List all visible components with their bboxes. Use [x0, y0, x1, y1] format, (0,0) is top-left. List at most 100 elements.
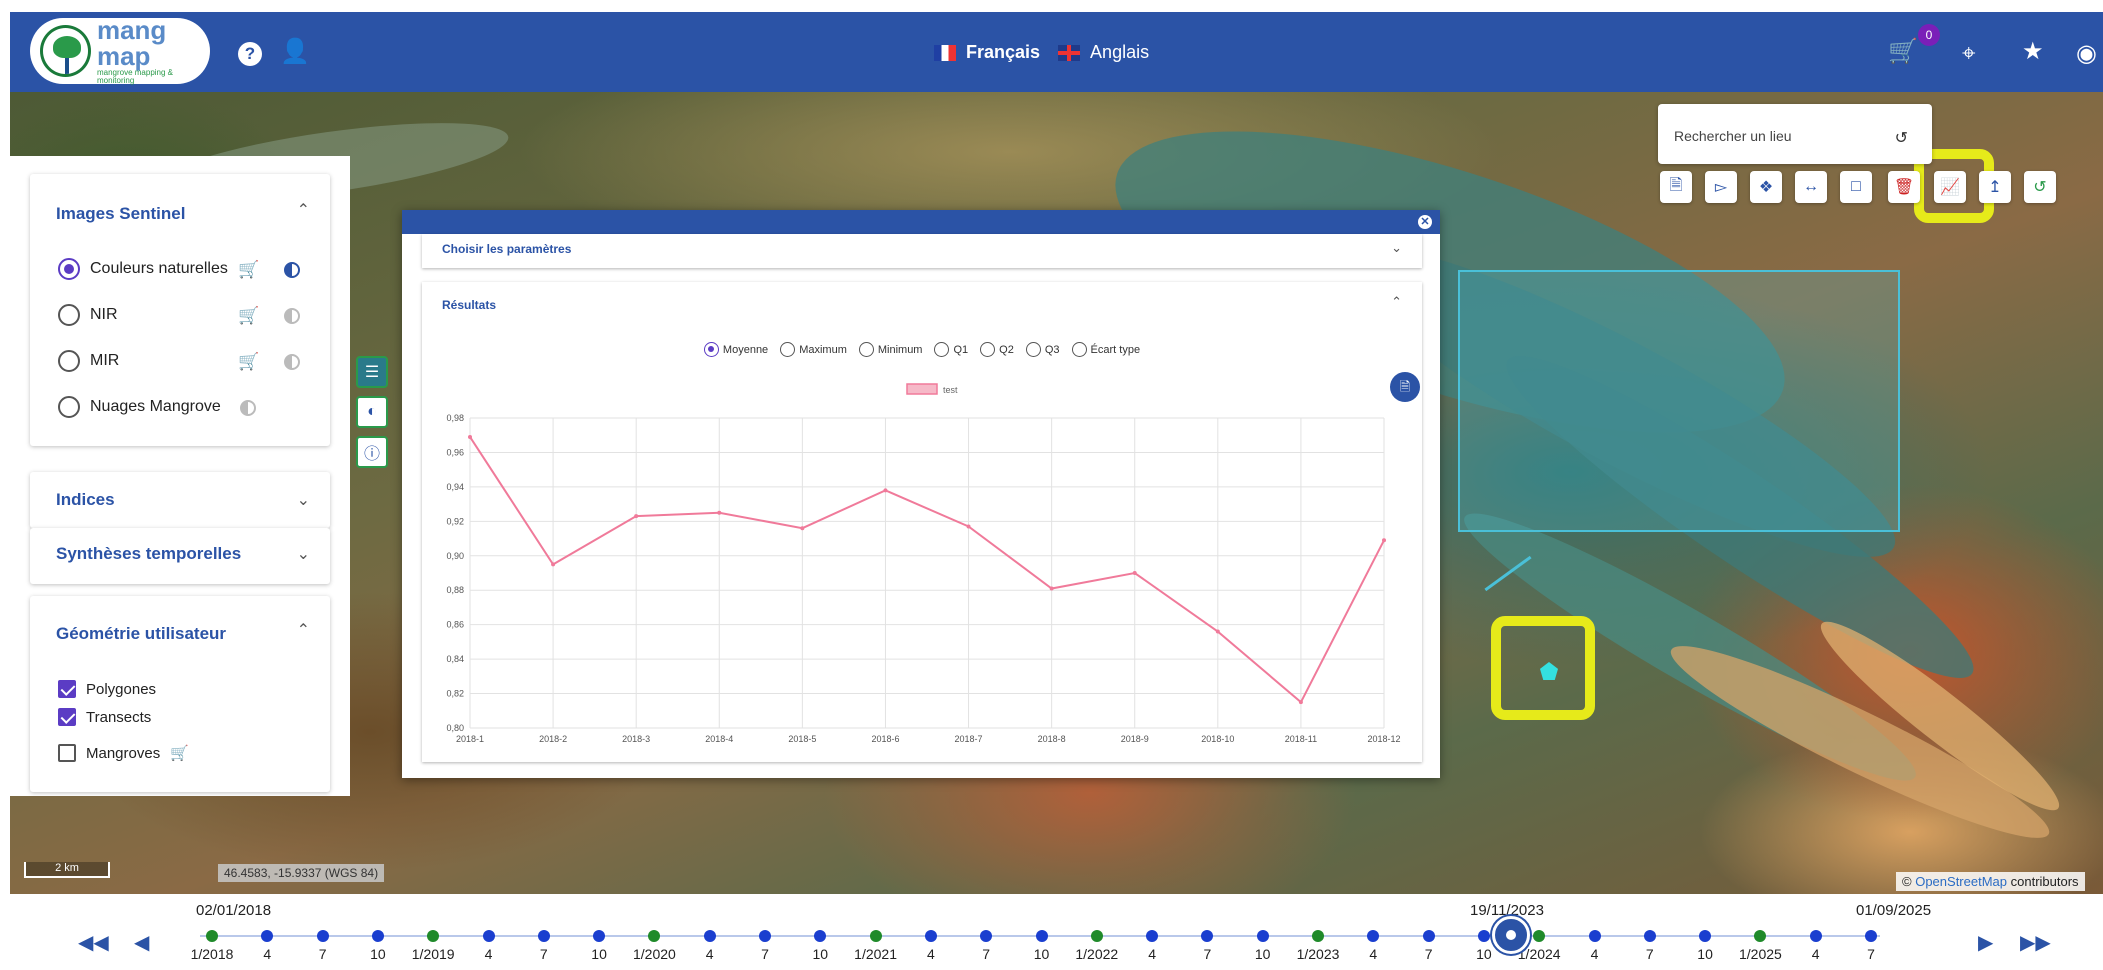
check-transects[interactable]: Transects	[58, 708, 151, 726]
timeline-dot[interactable]	[1422, 930, 1435, 942]
contrast-icon[interactable]	[284, 262, 300, 278]
timeline-dot[interactable]	[1367, 930, 1380, 942]
timeline-dot[interactable]	[316, 930, 329, 942]
user-rectangle-polygon[interactable]	[1458, 270, 1900, 532]
stat-maximum[interactable]: Maximum	[780, 342, 847, 357]
radio-icon[interactable]	[58, 396, 80, 418]
crosshair-icon[interactable]: ⌖	[1962, 42, 1976, 66]
step-back-icon[interactable]: ◀	[134, 930, 149, 955]
timeline-dot[interactable]	[482, 930, 495, 942]
syntheses-title[interactable]: Synthèses temporelles	[56, 544, 241, 564]
timeline-dot[interactable]	[1643, 930, 1656, 942]
timeline-dot[interactable]	[1865, 930, 1877, 942]
layers-button[interactable]: ☰	[356, 356, 388, 388]
stat-q1[interactable]: Q1	[934, 342, 968, 357]
radio-icon[interactable]	[934, 342, 950, 357]
lang-francais[interactable]: Français	[966, 42, 1040, 63]
file-tool-button[interactable]: 🗎	[1660, 171, 1692, 203]
params-section[interactable]: Choisir les paramètres ⌄	[422, 234, 1422, 268]
cart-icon[interactable]: 🛒	[238, 260, 259, 280]
stat-minimum[interactable]: Minimum	[858, 342, 922, 357]
rewind-icon[interactable]: ◀◀	[78, 930, 109, 955]
star-icon[interactable]: ★	[2022, 40, 2044, 64]
rectangle-tool[interactable]: □	[1840, 171, 1872, 203]
help-icon[interactable]: ?	[238, 42, 262, 66]
osm-link[interactable]: OpenStreetMap	[1915, 874, 2007, 889]
radio-icon[interactable]	[780, 342, 796, 357]
cart-icon[interactable]: 🛒	[1888, 40, 1918, 64]
timeline-dot[interactable]	[1090, 930, 1103, 942]
radio-icon[interactable]	[1071, 342, 1087, 357]
palette-button[interactable]: ◐	[356, 396, 388, 428]
checkbox-icon[interactable]	[58, 744, 76, 762]
radio-icon[interactable]	[858, 342, 874, 357]
results-title[interactable]: Résultats	[442, 298, 496, 312]
chevron-down-icon[interactable]: ⌄	[297, 544, 310, 564]
timeline-dot[interactable]	[1533, 930, 1546, 942]
draw-line-tool[interactable]: ❖	[1750, 171, 1782, 203]
timeline-dot[interactable]	[1477, 930, 1490, 942]
radio-nuages-mangrove[interactable]: Nuages Mangrove	[58, 396, 221, 418]
timeline-dot[interactable]	[206, 930, 218, 942]
checkbox-icon[interactable]	[58, 708, 76, 726]
timeline-dot[interactable]	[924, 930, 937, 942]
contrast-icon[interactable]	[284, 308, 300, 324]
cart-icon[interactable]: 🛒	[238, 352, 259, 372]
measure-tool[interactable]: ↔	[1795, 171, 1827, 203]
indices-title[interactable]: Indices	[56, 490, 115, 510]
timeline-dot[interactable]	[371, 930, 384, 942]
check-polygones[interactable]: Polygones	[58, 680, 156, 698]
timeline-dot[interactable]	[1754, 930, 1767, 942]
timeline-dot[interactable]	[261, 930, 274, 942]
stat-moyenne[interactable]: Moyenne	[703, 342, 768, 357]
radio-icon[interactable]	[58, 258, 80, 280]
timeline-dot[interactable]	[427, 930, 440, 942]
chart-tool[interactable]: 📈	[1934, 171, 1966, 203]
radio-icon[interactable]	[58, 304, 80, 326]
chevron-down-icon[interactable]: ⌄	[1391, 240, 1402, 256]
chevron-down-icon[interactable]: ⌄	[297, 490, 310, 510]
check-mangroves[interactable]: Mangroves 🛒	[58, 744, 189, 762]
info-button[interactable]: ⓘ	[356, 436, 388, 468]
user-check-icon[interactable]: 👤	[280, 40, 310, 64]
geometry-title[interactable]: Géométrie utilisateur	[56, 624, 226, 644]
timeline-dot[interactable]	[1146, 930, 1159, 942]
timeline-dot[interactable]	[537, 930, 550, 942]
export-tool[interactable]: ↥	[1979, 171, 2011, 203]
timeline-dot[interactable]	[703, 930, 716, 942]
contrast-icon[interactable]	[240, 400, 256, 416]
radio-couleurs-naturelles[interactable]: Couleurs naturelles	[58, 258, 228, 280]
timeline-dot[interactable]	[1201, 930, 1214, 942]
undo-tool[interactable]: ↺	[2024, 171, 2056, 203]
params-title[interactable]: Choisir les paramètres	[442, 242, 571, 256]
fast-forward-icon[interactable]: ▶▶	[2020, 930, 2051, 955]
search-input[interactable]: Rechercher un lieu	[1674, 128, 1792, 144]
chevron-up-icon[interactable]: ⌃	[297, 620, 310, 640]
draw-polygon-tool[interactable]: ▻	[1705, 171, 1737, 203]
chevron-up-icon[interactable]: ⌃	[297, 200, 310, 220]
place-search[interactable]: Rechercher un lieu ↺	[1658, 104, 1932, 164]
checkbox-icon[interactable]	[58, 680, 76, 698]
lang-anglais[interactable]: Anglais	[1090, 42, 1149, 63]
radio-nir[interactable]: NIR	[58, 304, 118, 326]
radio-icon[interactable]	[58, 350, 80, 372]
radio-icon[interactable]	[703, 342, 719, 357]
timeline-dot[interactable]	[980, 930, 993, 942]
stat-ecart-type[interactable]: Écart type	[1071, 342, 1140, 357]
chevron-up-icon[interactable]: ⌃	[1391, 294, 1402, 310]
logo[interactable]: mang map mangrove mapping & monitoring	[30, 17, 210, 85]
stat-q2[interactable]: Q2	[980, 342, 1014, 357]
timeline-dot[interactable]	[759, 930, 771, 942]
step-forward-icon[interactable]: ▶	[1978, 930, 1993, 955]
radio-icon[interactable]	[980, 342, 996, 357]
timeline-dot[interactable]	[1809, 930, 1822, 942]
cart-icon[interactable]: 🛒	[238, 306, 259, 326]
indices-card[interactable]: Indices ⌄	[30, 472, 330, 528]
reset-icon[interactable]: ↺	[1895, 128, 1908, 148]
cart-icon[interactable]: 🛒	[170, 744, 189, 762]
radio-mir[interactable]: MIR	[58, 350, 119, 372]
radio-icon[interactable]	[1025, 342, 1041, 357]
sentinel-title[interactable]: Images Sentinel	[56, 204, 185, 224]
stat-q3[interactable]: Q3	[1025, 342, 1060, 357]
timeline-dot[interactable]	[1312, 930, 1324, 942]
